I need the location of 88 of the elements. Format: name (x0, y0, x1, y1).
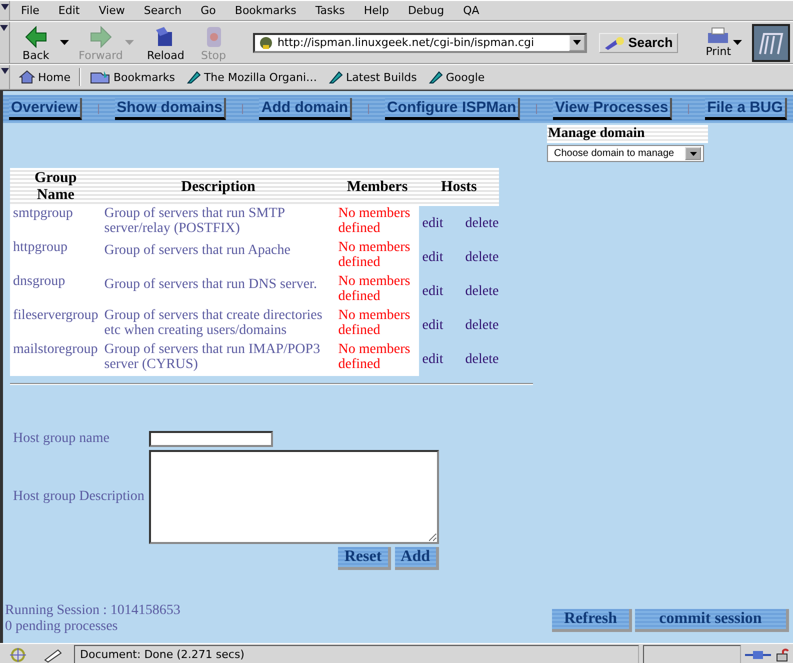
input-field[interactable] (149, 431, 273, 447)
caret-icon[interactable] (733, 40, 742, 45)
house-icon (19, 70, 35, 84)
menu-item[interactable]: View (88, 4, 133, 17)
nav-tab[interactable]: View Processes (553, 98, 672, 120)
pending-text: 0 pending processes (5, 619, 119, 635)
group-name-cell: dnsgroup (10, 274, 102, 308)
field-label: Host group name (13, 431, 110, 447)
delete-link[interactable]: delete (465, 352, 499, 366)
description-field[interactable] (149, 450, 439, 544)
bookmark-item[interactable]: Latest Builds (326, 70, 420, 84)
members-cell: No members defined (335, 308, 420, 342)
delete-link[interactable]: delete (465, 318, 499, 332)
menu-item[interactable]: File (10, 4, 48, 17)
menu-item[interactable]: Search (132, 4, 190, 17)
search-icon (604, 36, 626, 50)
bookmark-icon (329, 70, 344, 84)
bookmark-icon (186, 70, 201, 84)
group-name-cell: httpgroup (10, 240, 102, 274)
session-button[interactable]: commit session (635, 609, 789, 632)
form-button[interactable]: Reset (338, 547, 391, 570)
menu-item[interactable]: Help (352, 4, 397, 17)
toolbar-button[interactable]: Reload (144, 24, 188, 62)
search-button[interactable]: Search (599, 32, 678, 52)
forward-arrow-icon (88, 26, 113, 48)
session-button[interactable]: Refresh (552, 609, 632, 632)
bookmark-item[interactable]: The Mozilla Organi… (184, 70, 320, 84)
collapse-arrow-icon[interactable] (0, 4, 8, 10)
menu-item[interactable]: Bookmarks (224, 4, 304, 17)
nav-tab[interactable]: Show domains (114, 98, 226, 120)
print-button[interactable]: Print (706, 27, 732, 58)
delete-link[interactable]: delete (465, 216, 499, 230)
manage-domain-title: Manage domain (547, 125, 708, 143)
column-header: Group Name (10, 168, 102, 206)
column-header: Description (101, 168, 336, 206)
nav-tab[interactable]: Configure ISPMan (384, 98, 520, 120)
edit-link[interactable]: edit (422, 318, 444, 332)
compose-icon[interactable] (42, 646, 64, 662)
edit-link[interactable]: edit (422, 284, 444, 298)
members-cell: No members defined (335, 206, 420, 240)
menu-item[interactable]: QA (452, 4, 488, 17)
column-header: Hosts (419, 168, 499, 206)
padlock-icon (775, 648, 789, 662)
bookmark-item[interactable]: Home (16, 70, 74, 84)
description-cell: Group of servers that run IMAP/POP3 server (CYRUS) (101, 342, 336, 376)
description-cell: Group of servers that run Apache (101, 240, 336, 274)
edit-link[interactable]: edit (422, 352, 444, 366)
members-cell: No members defined (335, 342, 420, 376)
group-name-cell: mailstoregroup (10, 342, 102, 376)
bookmark-item[interactable]: Bookmarks (87, 70, 178, 84)
menu-item[interactable]: Tasks (304, 4, 353, 17)
status-text: Document: Done (2.271 secs) (74, 645, 639, 663)
nav-tab[interactable]: File a BUG (705, 98, 787, 120)
description-cell: Group of servers that run DNS server. (101, 274, 336, 308)
domain-select[interactable]: Choose domain to manage (547, 145, 704, 162)
edit-link[interactable]: edit (422, 250, 444, 264)
collapse-arrow-icon[interactable] (0, 25, 8, 31)
nav-tab[interactable]: Overview (9, 98, 82, 120)
session-text: Running Session : 1014158653 (5, 603, 180, 619)
field-label: Host group Description (13, 489, 146, 505)
members-cell: No members defined (335, 274, 420, 308)
toolbar-button[interactable]: Back (14, 24, 58, 62)
connection-icon (745, 648, 771, 660)
description-cell: Group of servers that run SMTP server/relay (POSTFIX) (101, 206, 336, 240)
form-button[interactable]: Add (394, 547, 439, 570)
group-name-cell: smtpgroup (10, 206, 102, 240)
collapse-arrow-icon[interactable] (0, 68, 8, 74)
bookmark-icon (428, 70, 443, 84)
edit-link[interactable]: edit (422, 216, 444, 230)
delete-link[interactable]: delete (465, 284, 499, 298)
dropdown-icon[interactable] (569, 34, 586, 50)
column-header: Members (335, 168, 420, 206)
globe-icon (259, 36, 274, 50)
menu-item[interactable]: Debug (396, 4, 452, 17)
bookmark-item[interactable]: Google (426, 70, 488, 84)
bookmarks-folder-icon (90, 70, 110, 84)
address-field[interactable]: http://ispman.linuxgeek.net/cgi-bin/ispman.cgi (253, 32, 588, 52)
members-cell: No members defined (335, 240, 420, 274)
logo-icon (752, 24, 790, 62)
menu-item[interactable]: Go (190, 4, 224, 17)
back-arrow-icon (24, 26, 48, 48)
caret-icon[interactable] (60, 40, 69, 45)
delete-link[interactable]: delete (465, 250, 499, 264)
group-name-cell: fileservergroup (10, 308, 102, 342)
description-cell: Group of servers that create directories etc when creating users/domains (101, 308, 336, 342)
menu-item[interactable]: Edit (47, 4, 88, 17)
nav-tab[interactable]: Add domain (259, 98, 352, 120)
printer-icon (706, 27, 730, 45)
